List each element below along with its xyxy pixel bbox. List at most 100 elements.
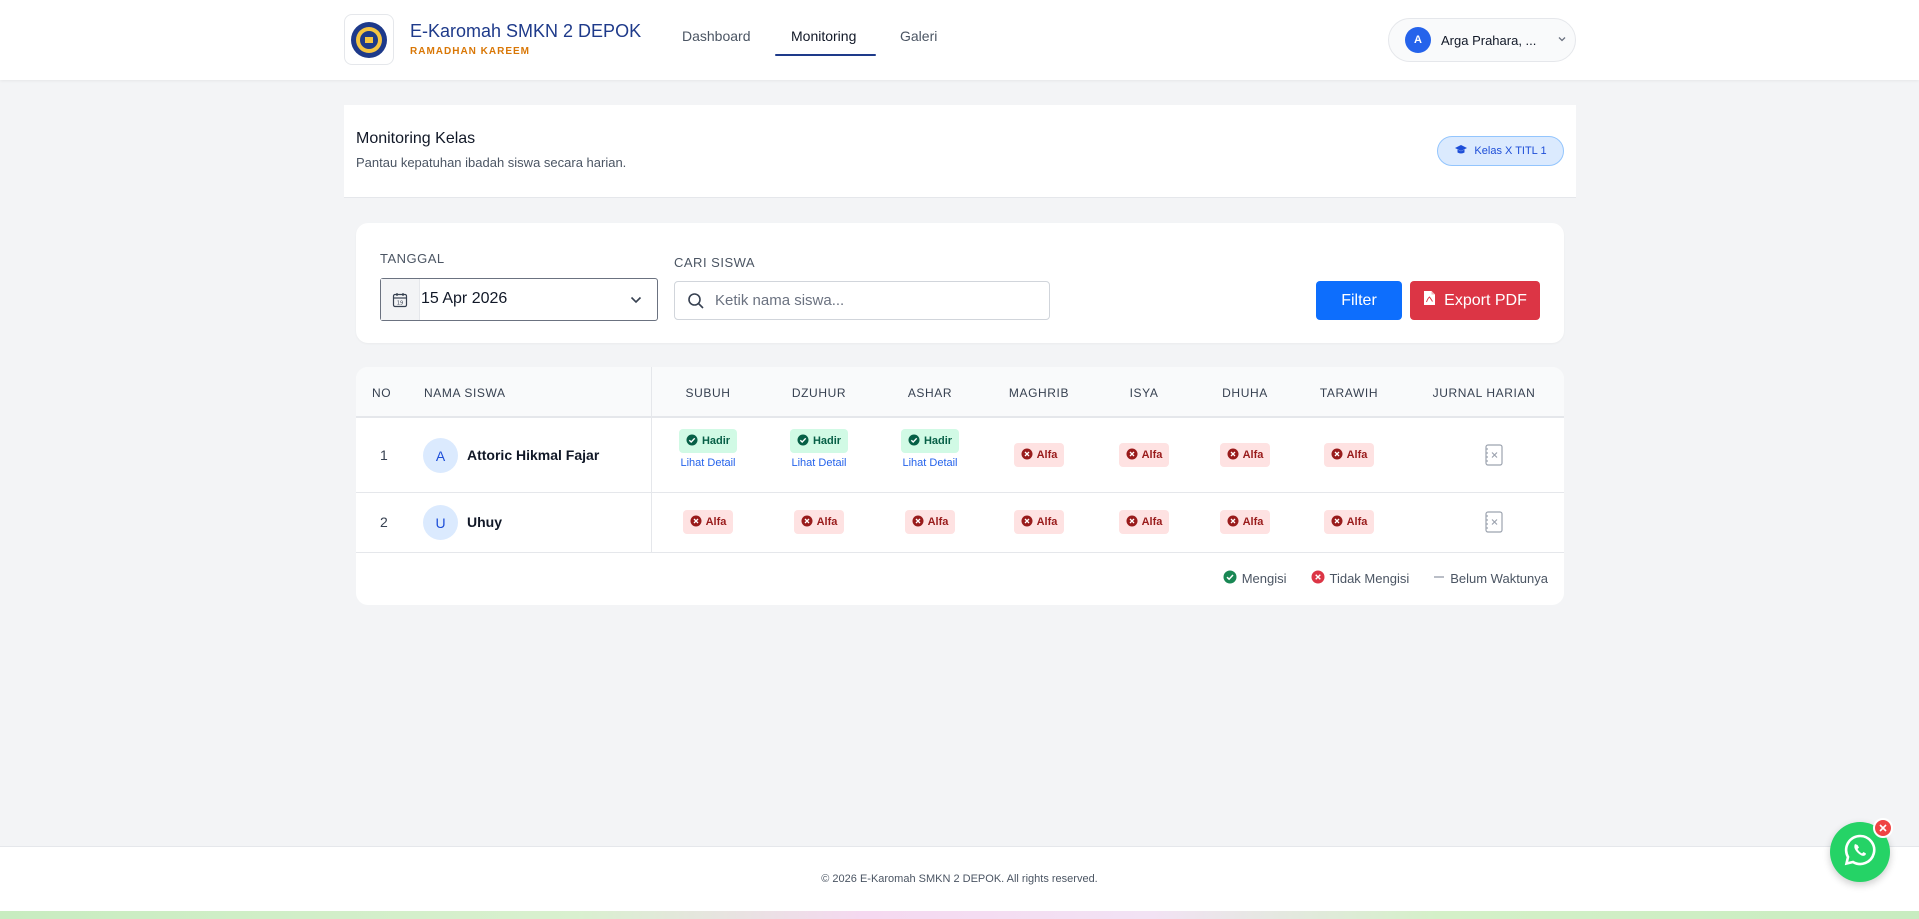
status-badge: Alfa [1118,443,1170,467]
page-description: Pantau kepatuhan ibadah siswa secara har… [356,155,627,170]
table-header: NO NAMA SISWA SUBUH DZUHUR ASHAR MAGHRIB… [356,367,1564,418]
x-circle-icon [690,515,702,530]
check-circle-icon [908,434,920,449]
user-name: Arga Prahara, ... [1441,32,1537,48]
check-circle-icon [797,434,809,449]
status-dhuha: Alfa [1190,510,1300,534]
status-ashar: Alfa [875,510,985,534]
status-maghrib: Alfa [984,510,1094,534]
status-isya: Alfa [1089,510,1199,534]
status-badge: Alfa [793,510,845,534]
nav-monitoring[interactable]: Monitoring [791,28,856,44]
legend-not-yet: Belum Waktunya [1433,570,1548,587]
header-subuh: SUBUH [685,386,731,400]
class-badge-label: Kelas X TITL 1 [1474,145,1547,157]
status-badge: Alfa [1013,510,1065,534]
chevron-down-icon [629,293,643,312]
journal-empty-icon[interactable] [1484,511,1504,538]
dash-icon [1433,570,1445,587]
header-ashar: ASHAR [907,386,953,400]
status-legend: Mengisi Tidak Mengisi Belum Waktunya [1223,570,1548,587]
student-name: Attoric Hikmal Fajar [467,447,600,463]
status-dzuhur: Hadir Lihat Detail [764,429,874,469]
x-circle-icon [1331,448,1343,463]
student-name: Uhuy [467,514,502,530]
brand-title[interactable]: E-Karomah SMKN 2 DEPOK [410,21,641,42]
date-picker[interactable]: 19 15 Apr 2026 [380,278,658,321]
user-menu-button[interactable]: A Arga Prahara, ... [1388,18,1576,62]
bottom-decorative-strip [0,911,1919,919]
status-dzuhur: Alfa [764,510,874,534]
header-dhuha: DHUHA [1222,386,1268,400]
export-pdf-label: Export PDF [1444,291,1527,309]
chevron-down-icon [1557,31,1567,49]
search-input[interactable] [715,282,1045,319]
class-badge: Kelas X TITL 1 [1437,136,1564,166]
status-badge: Hadir [678,429,738,453]
page-title: Monitoring Kelas [356,130,476,147]
calendar-day: 19 [397,300,403,306]
x-circle-icon [801,515,813,530]
header-no: NO [372,386,392,400]
filter-button[interactable]: Filter [1316,281,1402,320]
legend-filled: Mengisi [1223,570,1287,587]
header-dzuhur: DZUHUR [791,386,847,400]
export-pdf-button[interactable]: Export PDF [1410,281,1540,320]
student-avatar: U [423,505,458,540]
check-circle-icon [686,434,698,449]
header-nama-siswa: NAMA SISWA [424,386,506,400]
search-field [674,281,1050,320]
table-row: 1 A Attoric Hikmal Fajar Hadir Lihat Det… [356,418,1564,493]
whatsapp-icon [1843,833,1877,872]
status-badge: Hadir [900,429,960,453]
graduation-cap-icon [1454,144,1468,159]
check-circle-icon [1223,570,1237,587]
row-number: 1 [380,447,388,463]
status-subuh: Hadir Lihat Detail [653,429,763,469]
filter-panel: TANGGAL 19 15 Apr 2026 CARI SISWA Filter… [356,223,1564,343]
status-maghrib: Alfa [984,443,1094,467]
nav-dashboard[interactable]: Dashboard [682,28,751,44]
journal-empty-icon[interactable] [1484,444,1504,471]
calendar-icon: 19 [381,279,420,320]
page-header: Monitoring Kelas Pantau kepatuhan ibadah… [344,105,1576,198]
attendance-table: NO NAMA SISWA SUBUH DZUHUR ASHAR MAGHRIB… [356,367,1564,605]
active-nav-indicator [775,54,876,56]
detail-link[interactable]: Lihat Detail [902,457,957,469]
status-badge: Alfa [1219,443,1271,467]
table-row: 2 U Uhuy Alfa Alfa Alfa Alfa Alfa Alfa A… [356,493,1564,553]
header-maghrib: MAGHRIB [1008,386,1070,400]
footer: © 2026 E-Karomah SMKN 2 DEPOK. All right… [0,846,1919,911]
detail-link[interactable]: Lihat Detail [680,457,735,469]
detail-link[interactable]: Lihat Detail [791,457,846,469]
nav-galeri[interactable]: Galeri [900,28,937,44]
x-circle-icon [1126,515,1138,530]
x-circle-icon [1227,515,1239,530]
x-circle-icon [1021,448,1033,463]
search-icon [687,292,705,315]
student-avatar: A [423,438,458,473]
x-circle-icon [1331,515,1343,530]
pdf-file-icon [1423,290,1436,311]
close-icon[interactable] [1873,818,1893,838]
status-badge: Alfa [682,510,734,534]
status-badge: Alfa [1323,443,1375,467]
footer-copyright: © 2026 E-Karomah SMKN 2 DEPOK. All right… [821,873,1098,885]
header-tarawih: TARAWIH [1319,386,1379,400]
status-badge: Alfa [1118,510,1170,534]
status-badge: Hadir [789,429,849,453]
status-tarawih: Alfa [1294,510,1404,534]
school-logo-icon[interactable] [344,14,394,65]
x-circle-icon [1021,515,1033,530]
search-label: CARI SISWA [674,255,756,270]
status-badge: Alfa [1323,510,1375,534]
status-badge: Alfa [904,510,956,534]
navbar: E-Karomah SMKN 2 DEPOK RAMADHAN KAREEM D… [0,0,1919,80]
brand-subtitle: RAMADHAN KAREEM [410,46,530,57]
row-number: 2 [380,514,388,530]
status-badge: Alfa [1219,510,1271,534]
x-circle-icon [912,515,924,530]
status-dhuha: Alfa [1190,443,1300,467]
status-isya: Alfa [1089,443,1199,467]
header-isya: ISYA [1129,386,1159,400]
